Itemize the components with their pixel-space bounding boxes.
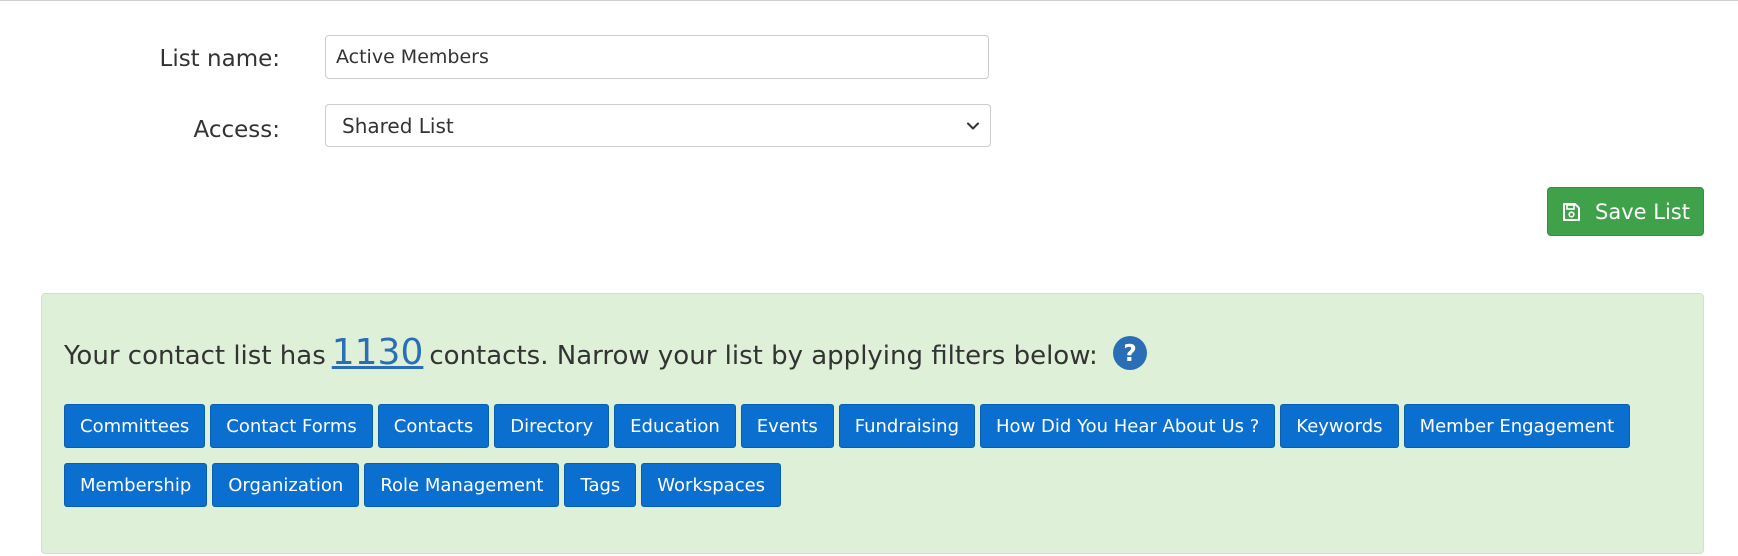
access-select-value: Shared List <box>342 113 454 138</box>
filter-chip-fundraising[interactable]: Fundraising <box>838 404 976 448</box>
access-label: Access: <box>193 117 281 143</box>
question-circle-icon[interactable]: ? <box>1112 335 1148 371</box>
filter-chip-row-2: Membership Organization Role Management Tag… <box>64 463 782 507</box>
save-list-button[interactable]: Save List <box>1547 187 1704 236</box>
list-name-row: List name: <box>0 35 1738 82</box>
svg-text:?: ? <box>1123 341 1136 367</box>
filter-chip-row-1: Committees Contact Forms Contacts Directory… <box>64 404 1631 448</box>
list-name-input[interactable] <box>325 35 989 79</box>
access-row: Access: Shared List <box>0 104 1738 147</box>
filter-chip-workspaces[interactable]: Workspaces <box>641 463 782 507</box>
filter-panel: Your contact list has 1130 contacts. Nar… <box>41 293 1704 554</box>
save-list-label: Save List <box>1595 199 1690 224</box>
top-divider <box>0 0 1738 1</box>
filter-chip-contacts[interactable]: Contacts <box>377 404 490 448</box>
filter-chip-how-did-you-hear-about-us[interactable]: How Did You Hear About Us ? <box>980 404 1276 448</box>
filter-chip-committees[interactable]: Committees <box>64 404 206 448</box>
chevron-down-icon <box>967 122 979 129</box>
filter-chip-role-management[interactable]: Role Management <box>364 463 560 507</box>
list-name-label: List name: <box>159 46 281 72</box>
summary-suffix: contacts. Narrow your list by applying f… <box>429 341 1098 371</box>
access-select[interactable]: Shared List <box>325 104 991 147</box>
filter-chip-organization[interactable]: Organization <box>212 463 360 507</box>
contact-summary: Your contact list has 1130 contacts. Nar… <box>64 332 1148 373</box>
filter-chip-tags[interactable]: Tags <box>564 463 637 507</box>
filter-chip-membership[interactable]: Membership <box>64 463 208 507</box>
summary-prefix: Your contact list has <box>64 341 326 371</box>
filter-chip-events[interactable]: Events <box>740 404 834 448</box>
filter-chip-contact-forms[interactable]: Contact Forms <box>210 404 373 448</box>
filter-chip-education[interactable]: Education <box>614 404 736 448</box>
filter-chip-member-engagement[interactable]: Member Engagement <box>1403 404 1631 448</box>
filter-chip-directory[interactable]: Directory <box>494 404 610 448</box>
filter-chip-keywords[interactable]: Keywords <box>1280 404 1399 448</box>
contact-count-link[interactable]: 1130 <box>332 332 424 373</box>
floppy-disk-icon <box>1563 202 1581 221</box>
